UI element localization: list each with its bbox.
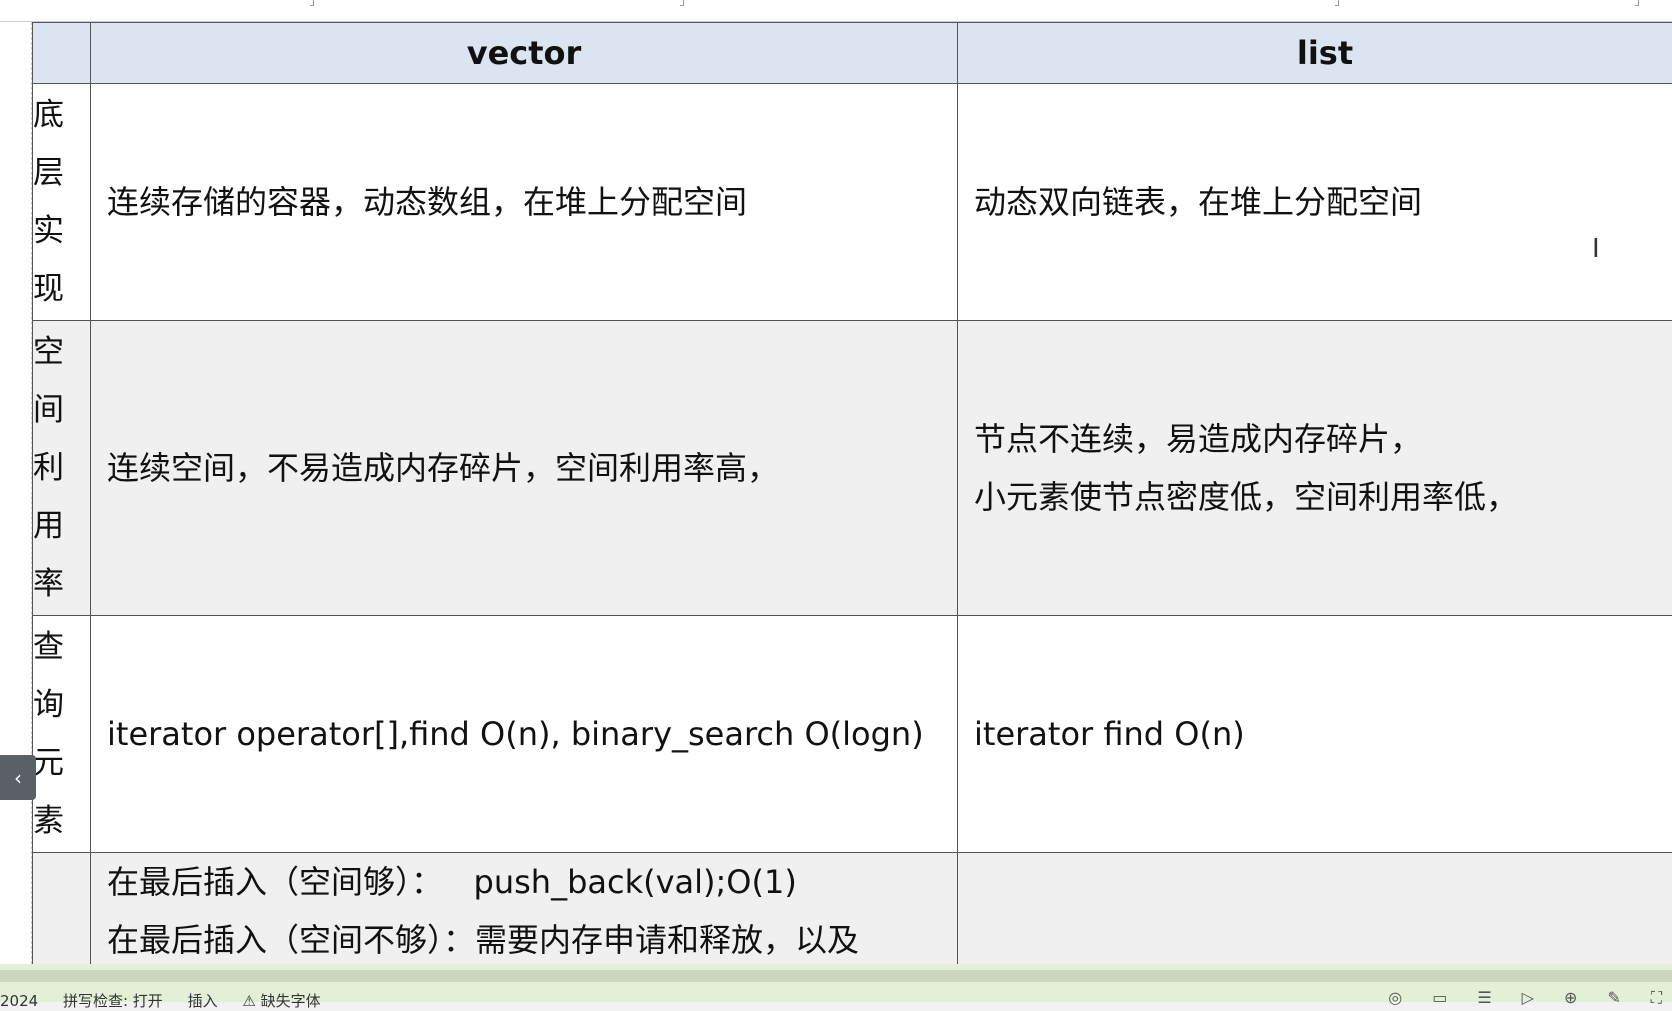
header-cell [33,23,91,84]
outline-view-icon[interactable]: ☰ [1477,988,1491,1008]
ruler-tick [1635,0,1639,6]
text-cursor-icon: I [1592,234,1600,264]
cell-text: 在最后插入（空间不够）：需要内存申请和释放，以及 [107,911,941,969]
header-cell-list: list [958,23,1672,84]
list-cell[interactable]: iterator find O(n) [958,616,1672,853]
table-row: 在最后插入（空间够）： push_back(val);O(1)在最后插入（空间不… [33,853,1672,983]
vector-cell[interactable]: 在最后插入（空间够）： push_back(val);O(1)在最后插入（空间不… [91,853,958,983]
comparison-table: vector list 底层实现 连续存储的容器，动态数组，在堆上分配空间 动态… [32,22,1672,983]
pen-icon[interactable]: ✎ [1607,988,1620,1008]
cell-text: iterator operator[],find O(n), binary_se… [107,705,941,763]
page-view-icon[interactable]: ▭ [1432,988,1447,1008]
left-margin [0,22,32,964]
list-cell[interactable] [958,853,1672,983]
ruler [0,0,1672,22]
view-icon[interactable]: ◎ [1388,988,1402,1008]
cell-text: 连续空间，不易造成内存碎片，空间利用率高， [107,439,941,497]
cell-text: 在最后插入（空间够）： push_back(val);O(1) [107,853,941,911]
vector-cell[interactable]: 连续存储的容器，动态数组，在堆上分配空间 [91,84,958,321]
row-label[interactable]: 空间利用率 [33,321,91,616]
horizontal-scrollbar[interactable] [0,970,1672,982]
status-bar: 2024 拼写检查: 打开 插入 ⚠ 缺失字体 ◎ ▭ ☰ ▷ ⊕ ✎ ⛶ [0,964,1672,1002]
cell-text: 小元素使节点密度低，空间利用率低， [974,468,1672,526]
ruler-tick [310,0,314,6]
ruler-tick [1335,0,1339,6]
spellcheck-status[interactable]: 拼写检查: 打开 [63,992,163,1010]
collapse-left-icon: ‹ [14,766,22,790]
status-item: 2024 [0,992,38,1010]
insert-mode-status[interactable]: 插入 [188,992,218,1010]
fullscreen-icon[interactable]: ⛶ [1651,988,1662,1008]
play-icon[interactable]: ▷ [1522,988,1534,1008]
row-label[interactable]: 查询元素 [33,616,91,853]
vector-cell[interactable]: iterator operator[],find O(n), binary_se… [91,616,958,853]
cell-text: 连续存储的容器，动态数组，在堆上分配空间 [107,173,941,231]
row-label[interactable]: 底层实现 [33,84,91,321]
missing-fonts-status[interactable]: ⚠ 缺失字体 [242,992,320,1010]
table-row: 底层实现 连续存储的容器，动态数组，在堆上分配空间 动态双向链表，在堆上分配空间 [33,84,1672,321]
table-row: 查询元素 iterator operator[],find O(n), bina… [33,616,1672,853]
collapse-panel-button[interactable]: ‹ [0,755,36,800]
web-view-icon[interactable]: ⊕ [1564,988,1577,1008]
list-cell[interactable]: 动态双向链表，在堆上分配空间 [958,84,1672,321]
cell-text: iterator find O(n) [974,705,1672,763]
vector-cell[interactable]: 连续空间，不易造成内存碎片，空间利用率高， [91,321,958,616]
list-cell[interactable]: 节点不连续，易造成内存碎片，小元素使节点密度低，空间利用率低， [958,321,1672,616]
row-label[interactable] [33,853,91,983]
header-row: vector list [33,23,1672,84]
ruler-tick [680,0,684,6]
table-row: 空间利用率 连续空间，不易造成内存碎片，空间利用率高， 节点不连续，易造成内存碎… [33,321,1672,616]
cell-text: 节点不连续，易造成内存碎片， [974,410,1672,468]
cell-text: 动态双向链表，在堆上分配空间 [974,173,1672,231]
header-cell-vector: vector [91,23,958,84]
